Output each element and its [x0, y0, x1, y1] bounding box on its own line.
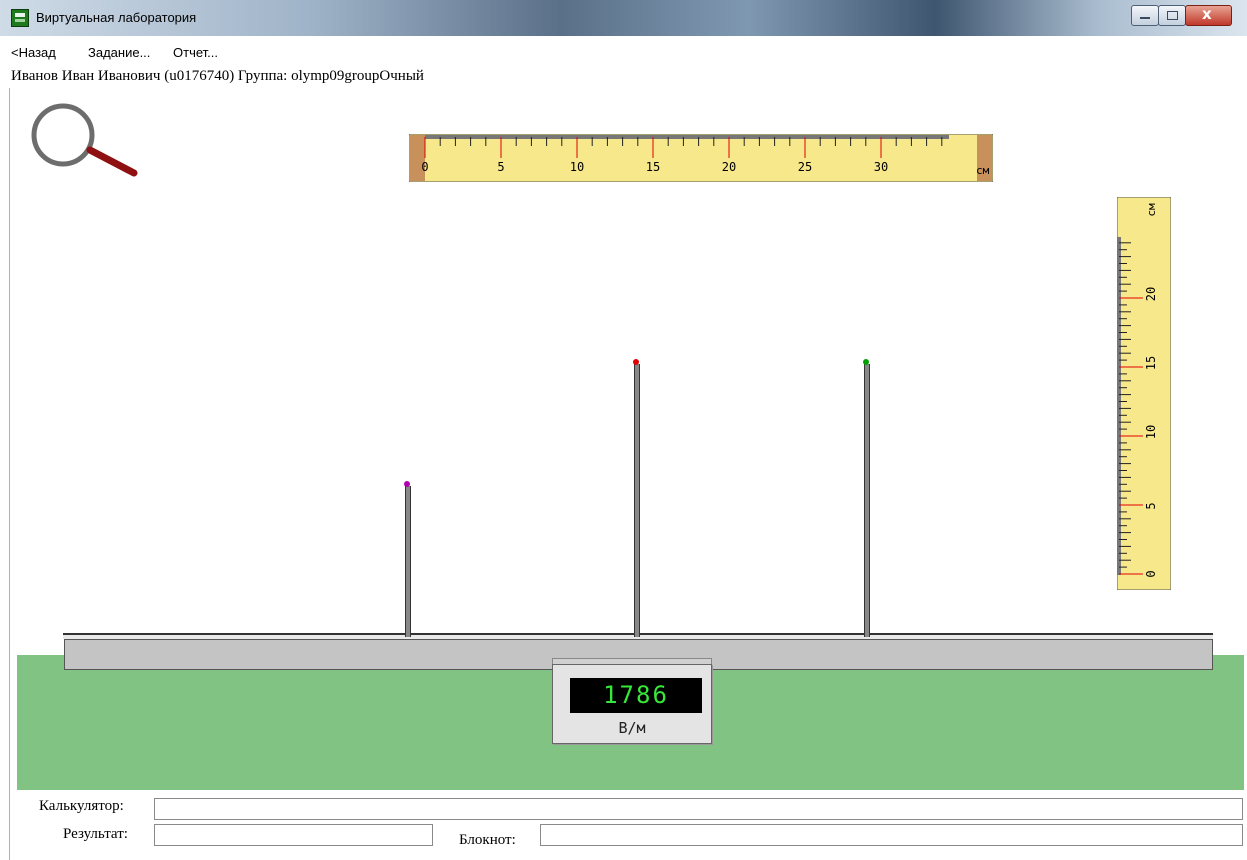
- ruler-v-label: 20: [1144, 287, 1158, 301]
- ruler-h-unit: см: [976, 164, 990, 177]
- ruler-h-label: 15: [646, 160, 660, 174]
- ruler-v-unit: см: [1145, 203, 1158, 217]
- meter-value: 1786: [603, 681, 669, 709]
- result-input[interactable]: [154, 824, 433, 846]
- rod-left[interactable]: [405, 486, 411, 637]
- maximize-button[interactable]: [1158, 5, 1186, 26]
- notepad-input[interactable]: [540, 824, 1243, 846]
- ruler-v-label: 10: [1144, 425, 1158, 439]
- ruler-v-label: 15: [1144, 356, 1158, 370]
- vertical-ruler[interactable]: 0 5 10 15 20 см: [1117, 197, 1171, 590]
- task-menu-item[interactable]: Задание...: [88, 45, 150, 60]
- maximize-icon: [1167, 11, 1178, 20]
- close-button[interactable]: x: [1185, 5, 1232, 26]
- result-label: Результат:: [63, 826, 128, 842]
- minimize-icon: [1140, 17, 1150, 19]
- minimize-button[interactable]: [1131, 5, 1159, 26]
- calculator-label: Калькулятор:: [39, 798, 124, 814]
- ruler-h-label: 0: [421, 160, 428, 174]
- close-icon: x: [1202, 5, 1212, 23]
- back-menu-item[interactable]: <Назад: [11, 45, 56, 60]
- field-meter[interactable]: 1786 В/м: [552, 664, 712, 744]
- ruler-v-label: 5: [1144, 502, 1158, 509]
- meter-display: 1786: [570, 678, 702, 713]
- frame-border: [9, 88, 10, 860]
- user-info: Иванов Иван Иванович (u0176740) Группа: …: [11, 68, 424, 84]
- meter-unit: В/м: [618, 719, 646, 737]
- ruler-h-label: 5: [497, 160, 504, 174]
- app-icon: [11, 9, 29, 27]
- title-bar: Виртуальная лаборатория x: [0, 0, 1247, 36]
- rod-middle-tip[interactable]: [633, 359, 639, 365]
- ruler-v-label: 0: [1144, 570, 1158, 577]
- rod-right-tip[interactable]: [863, 359, 869, 365]
- notepad-label: Блокнот:: [459, 832, 516, 848]
- ruler-h-label: 30: [874, 160, 888, 174]
- ruler-h-label: 20: [722, 160, 736, 174]
- calculator-input[interactable]: [154, 798, 1243, 820]
- ruler-h-label: 10: [570, 160, 584, 174]
- rod-middle[interactable]: [634, 364, 640, 637]
- ruler-h-label: 25: [798, 160, 812, 174]
- window-title: Виртуальная лаборатория: [36, 10, 197, 25]
- report-menu-item[interactable]: Отчет...: [173, 45, 218, 60]
- horizontal-ruler[interactable]: 0 5 10 15 20 25 30 см: [409, 134, 993, 182]
- rod-right[interactable]: [864, 364, 870, 637]
- magnifier-icon[interactable]: [30, 102, 142, 178]
- rod-left-tip[interactable]: [404, 481, 410, 487]
- menu-bar: <Назад Задание... Отчет...: [0, 43, 1247, 63]
